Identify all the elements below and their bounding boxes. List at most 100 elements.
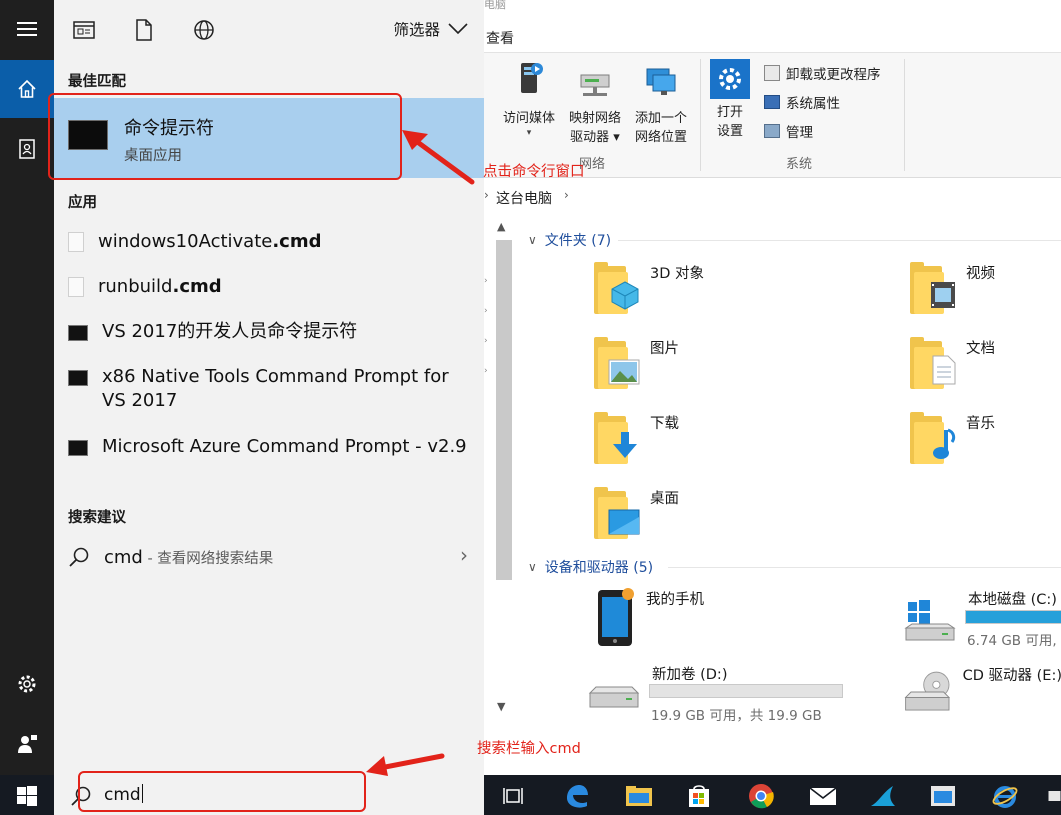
task-view-button[interactable]	[498, 781, 528, 811]
folder-icon	[626, 786, 652, 806]
menu-button[interactable]	[0, 0, 54, 58]
devices-section-header[interactable]: ∨ 设备和驱动器 (5)	[528, 557, 653, 577]
system-properties-button[interactable]: 系统属性	[764, 92, 840, 112]
system-properties-label: 系统属性	[786, 96, 840, 112]
music-icon	[910, 412, 956, 464]
folder-3d-objects[interactable]: 3D 对象	[594, 262, 704, 314]
window-icon	[931, 786, 955, 806]
manage-button[interactable]: 管理	[764, 121, 813, 141]
drive-c-free-space: 6.74 GB 可用,	[967, 633, 1057, 649]
nav-scroll-up-icon[interactable]: ▲	[497, 220, 505, 233]
pictures-icon	[594, 337, 640, 389]
window-title: 电脑	[484, 0, 506, 11]
start-button[interactable]	[12, 781, 42, 811]
ie-taskbar-button[interactable]	[990, 781, 1020, 811]
device-my-phone[interactable]: 我的手机	[596, 588, 704, 648]
app-label: Microsoft Azure Command Prompt - v2.9	[102, 436, 467, 457]
drive-label: 新加卷 (D:)	[652, 667, 728, 683]
chrome-taskbar-button[interactable]	[746, 781, 776, 811]
overflow-taskbar-button[interactable]	[1048, 781, 1061, 811]
hard-drive-icon	[588, 686, 640, 708]
uninstall-programs-button[interactable]: 卸载或更改程序	[764, 63, 881, 83]
3d-objects-icon	[594, 262, 640, 314]
mail-taskbar-button[interactable]	[808, 781, 838, 811]
folder-label: 文档	[966, 341, 995, 357]
folder-videos[interactable]: 视频	[910, 262, 995, 314]
console-icon	[68, 370, 88, 386]
app-label: runbuild.cmd	[98, 276, 222, 297]
globe-icon	[194, 20, 214, 40]
window-taskbar-button[interactable]	[928, 781, 958, 811]
desktop-icon	[594, 487, 640, 539]
person-feedback-icon	[18, 735, 37, 753]
open-settings-button[interactable]: 打开 设置	[706, 59, 754, 141]
map-network-drive-button[interactable]: 映射网络 驱动器 ▾	[562, 59, 628, 147]
file-explorer-taskbar-button[interactable]	[624, 781, 654, 811]
settings-button[interactable]	[0, 655, 54, 713]
folder-desktop[interactable]: 桌面	[594, 487, 679, 539]
collapse-chevron-icon: ∨	[528, 233, 537, 247]
list-item[interactable]: windows10Activate.cmd	[68, 230, 468, 254]
media-server-icon	[521, 63, 543, 93]
folder-documents[interactable]: 文档	[910, 337, 995, 389]
home-button[interactable]	[0, 60, 54, 118]
drive-e[interactable]: CD 驱动器 (E:)	[902, 664, 1061, 720]
nav-scroll-down-icon[interactable]: ▼	[497, 700, 505, 713]
filter-dropdown[interactable]: 筛选器	[393, 18, 468, 40]
list-item[interactable]: VS 2017的开发人员命令提示符	[68, 320, 468, 344]
drive-c-usage-fill	[966, 611, 1061, 623]
web-search-suggestion[interactable]: cmd - 查看网络搜索结果 ›	[68, 543, 468, 571]
chrome-icon	[749, 784, 774, 809]
folder-music[interactable]: 音乐	[910, 412, 995, 464]
drive-d-usage-bar	[649, 684, 843, 698]
map-drive-label-1: 映射网络	[568, 111, 621, 126]
feedback-button[interactable]	[0, 715, 54, 773]
address-chevron-icon: ›	[484, 188, 489, 202]
type-cmd-annotation: 搜索栏输入cmd	[477, 741, 581, 757]
documents-icon	[910, 337, 956, 389]
suggestion-text: cmd - 查看网络搜索结果	[104, 546, 274, 568]
script-file-icon	[68, 277, 84, 297]
tab-view[interactable]: 查看	[486, 28, 514, 48]
folder-label: 桌面	[650, 491, 679, 507]
list-item[interactable]: runbuild.cmd	[68, 275, 468, 299]
store-taskbar-button[interactable]	[684, 781, 714, 811]
search-filter-bar: 筛选器	[54, 0, 484, 60]
notebook-icon	[19, 139, 35, 159]
folder-label: 视频	[966, 266, 995, 282]
list-item[interactable]: x86 Native Tools Command Prompt for VS 2…	[68, 365, 468, 413]
notebook-button[interactable]	[0, 120, 54, 178]
folders-section-header[interactable]: ∨ 文件夹 (7)	[528, 230, 611, 250]
nav-scrollbar-thumb[interactable]	[496, 240, 512, 580]
chevron-down-icon	[448, 23, 468, 35]
documents-filter-button[interactable]	[132, 18, 156, 42]
internet-explorer-icon	[992, 786, 1018, 808]
click-cmd-annotation: 点击命令行窗口	[483, 164, 585, 180]
drive-label: CD 驱动器 (E:)	[962, 668, 1061, 684]
search-suggestions-heading: 搜索建议	[68, 510, 126, 526]
uninstall-label: 卸载或更改程序	[786, 67, 881, 83]
section-divider	[668, 567, 1061, 568]
add-network-label-1: 添加一个	[634, 111, 687, 126]
add-network-label-2: 网络位置	[634, 130, 687, 145]
edge-taskbar-button[interactable]	[562, 781, 592, 811]
arrow-to-best-match-icon	[402, 130, 475, 185]
arrow-to-search-box-icon	[366, 753, 445, 776]
phone-icon	[598, 588, 634, 646]
chevron-right-icon[interactable]: ›	[460, 543, 468, 567]
folder-pictures[interactable]: 图片	[594, 337, 679, 389]
address-bar[interactable]: › 这台电脑 ›	[484, 184, 1061, 210]
add-network-location-button[interactable]: 添加一个 网络位置	[628, 59, 694, 147]
list-item[interactable]: Microsoft Azure Command Prompt - v2.9	[68, 435, 468, 459]
breadcrumb-this-pc[interactable]: 这台电脑	[496, 188, 552, 208]
web-filter-button[interactable]	[192, 18, 216, 42]
app-label: x86 Native Tools Command Prompt for VS 2…	[102, 366, 449, 411]
filter-label: 筛选器	[393, 21, 440, 39]
access-media-button[interactable]: 访问媒体 ▾	[498, 59, 560, 138]
apps-filter-button[interactable]	[72, 18, 96, 42]
app-taskbar-button[interactable]	[868, 781, 898, 811]
manage-icon	[764, 124, 780, 138]
folder-downloads[interactable]: 下载	[594, 412, 679, 464]
breadcrumb-separator-icon: ›	[564, 188, 569, 202]
programs-icon	[764, 65, 780, 81]
